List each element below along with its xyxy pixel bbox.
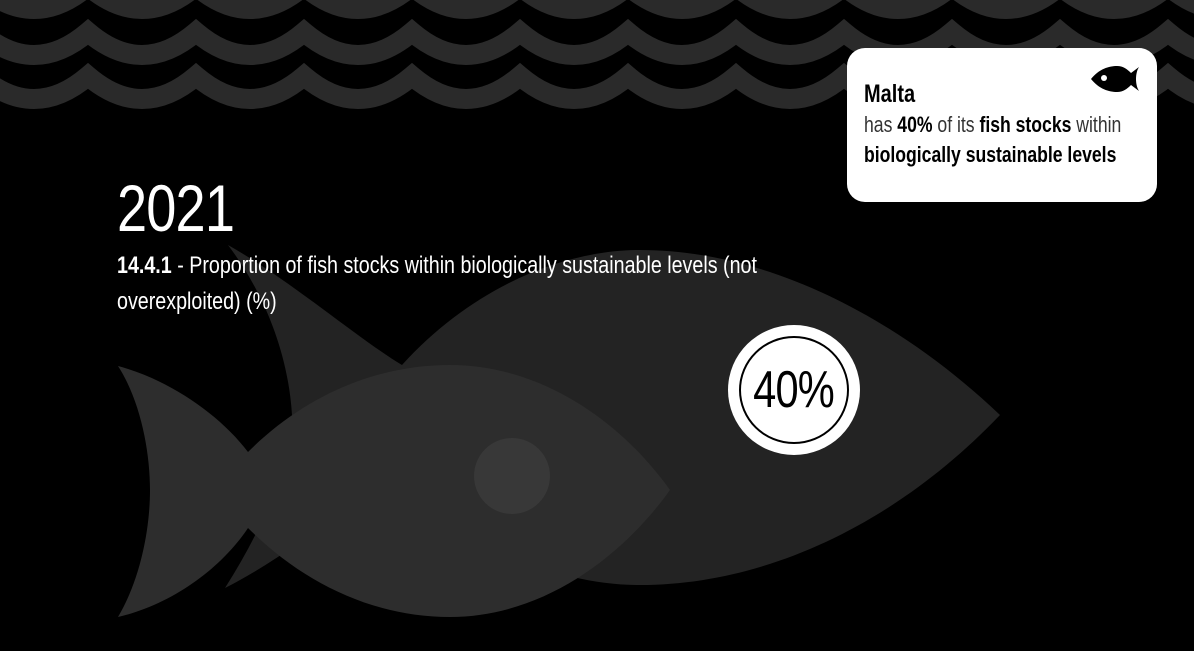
card-value: 40% xyxy=(897,112,933,137)
indicator-title: 14.4.1 - Proportion of fish stocks withi… xyxy=(117,248,789,320)
card-description-line-1: has 40% of its fish stocks within xyxy=(864,112,1122,137)
badge-value: 40% xyxy=(753,361,836,419)
card-sustainable-levels: biologically sustainable levels xyxy=(864,142,1117,167)
country-name: Malta xyxy=(864,80,916,108)
indicator-separator: - xyxy=(171,252,190,279)
card-description-line-2: biologically sustainable levels xyxy=(864,140,1136,170)
year-label: 2021 xyxy=(117,171,235,245)
indicator-description: Proportion of fish stocks within biologi… xyxy=(117,252,757,315)
fish-eye xyxy=(474,438,550,514)
indicator-code: 14.4.1 xyxy=(117,252,172,279)
country-info-card: Malta has 40% of its fish stocks within … xyxy=(847,48,1157,202)
percentage-badge: 40% xyxy=(728,325,860,455)
card-fish-stocks: fish stocks xyxy=(979,112,1072,137)
